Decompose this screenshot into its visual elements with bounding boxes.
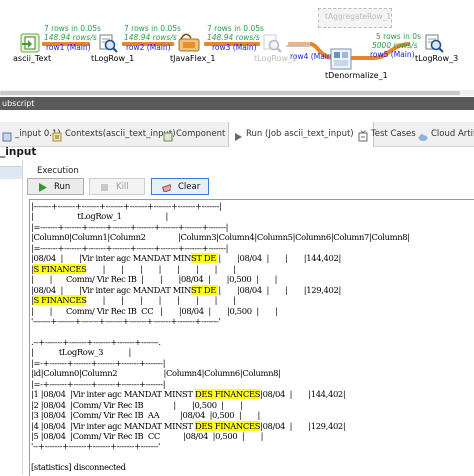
log-magnifier-icon [425,34,444,53]
console-line: |1 |08/04 |Vir inter agc MANDAT MINST DE… [31,389,346,400]
row2-label[interactable]: row2 (Main) [126,43,171,52]
job-designer-canvas[interactable]: tAggregateRow_1 7 rows in 0.05s 148.94 r… [0,0,474,96]
search-highlight: S FINANCES [33,295,87,306]
component-title: _input [0,146,37,158]
run-button[interactable]: Run [27,178,84,195]
tlogrow2-label: tLogRow_2 [254,54,298,63]
tlogrow3-label: tLogRow_3 [415,54,459,63]
tdenormalize1-label: tDenormalize_1 [325,71,388,80]
designer-tab-strip: ubscript [0,97,474,110]
java-flex-icon [178,33,200,52]
console-line: |-------+-------+-------+-------+-------… [31,201,222,211]
search-highlight: DES FINANCES [194,420,261,431]
row1-stat-rows: 7 rows in 0.05s [44,24,101,33]
run-icon [233,128,243,141]
tab-test-cases[interactable]: Test Cases [358,122,416,146]
ascii-text-label: ascii_Text [13,54,52,63]
job-icon [2,128,12,141]
tab-cloud-artifact[interactable]: Cloud Artifac [418,122,474,146]
designer-tab-label[interactable]: ubscript [2,97,34,110]
console-line: |3 |08/04 |Comm/ Vir Rec IB AA |08/04 |0… [31,410,261,421]
run-play-icon [39,183,47,192]
console-line: '--+-------+-------+-------+-------+----… [31,441,160,452]
file-input-icon [20,33,40,53]
tjavaflex1-label: tJavaFlex_1 [170,54,216,63]
tab-cloud-label: Cloud Artifac [431,129,474,139]
console-line: |=-------+-------+-------+-------+------… [31,242,229,253]
clear-eraser-icon [162,184,171,192]
tjavaflex1-component[interactable] [178,33,200,53]
tab-run-label: Run (Job ascii_text_input) [246,129,354,139]
run-button-label: Run [54,182,71,192]
run-console-output[interactable]: |-------+-------+-------+-------+-------… [29,199,474,476]
row5-label[interactable]: row5 (Main) [370,50,415,59]
search-highlight: ST DE [190,253,219,264]
console-line: |=-+-------+-------+-------+-------+----… [31,357,166,368]
row5-stat-rate: 5000 rows/s [372,41,418,50]
tab-test-cases-label: Test Cases [371,129,416,139]
console-line: |id|Column0|Column2 |Column4|Column6|Col… [31,368,281,379]
console-line: '-------+-------+-------+-------+-------… [31,315,221,326]
cloud-icon [418,128,428,141]
tab-contexts[interactable]: Contexts(ascii_text_input) [52,122,176,146]
canvas-horizontal-scrollbar[interactable] [0,90,474,96]
denormalize-icon [330,48,352,70]
search-highlight: DES FINANCES [194,389,261,400]
view-basic-run[interactable] [0,167,22,179]
console-line: |2 |08/04 |Comm/ Vir Rec IB | |0,500 | | [31,399,243,410]
console-line: [statistics] disconnected [31,462,126,473]
console-line: |4 |08/04 |Vir inter agc MANDAT MINST DE… [31,420,346,431]
tlogrow1-component[interactable] [98,33,118,53]
console-line: | | Comm/ Vir Rec IB CC | |08/04 | |0,50… [31,305,278,316]
console-line: |=-------+-------+-------+-------+------… [31,221,229,232]
tlogrow1-label: tLogRow_1 [91,54,135,63]
console-line: |S FINANCES | | | | | | | | [31,263,236,274]
tab-component[interactable]: Component [163,122,225,146]
aggregate-row-ghost[interactable]: tAggregateRow_1 [318,8,392,28]
clear-button-label: Clear [178,182,201,192]
console-line: |08/04 | |Vir inter agc MANDAT MINST DE … [31,253,341,264]
console-text: |-------+-------+-------+-------+-------… [30,200,474,473]
console-line: |S FINANCES | | | | | | | | [31,295,236,306]
row3-stat-rows: 7 rows in 0.05s [207,24,264,33]
aggregate-label: tAggregateRow_1 [325,12,392,21]
execution-section-label: Execution [37,166,79,176]
tab-run[interactable]: Run (Job ascii_text_input)✕ [228,122,374,147]
row1-label[interactable]: row1 (Main) [46,43,91,52]
tlogrow2-component[interactable] [262,33,282,53]
tdenormalize1-component[interactable] [330,48,352,70]
tab-contexts-label: Contexts(ascii_text_input) [65,129,176,139]
log-magnifier-icon [99,34,118,53]
row3-label[interactable]: row3 (Main) [212,43,257,52]
console-line: | | Comm/ Vir Rec IB | | |08/04 | |0,500… [31,274,278,285]
row5-stat-rows: 5 rows in 0s [376,32,421,41]
context-icon [52,128,62,141]
search-highlight: ST DE [190,284,219,295]
kill-button[interactable]: Kill [89,178,145,195]
row3-stat-rate: 148.94 rows/s [207,33,260,42]
ascii-text-component[interactable] [20,33,40,53]
row1-stat-rate: 148.94 rows/s [44,33,97,42]
clear-button[interactable]: Clear [151,178,209,195]
tab-component-label: Component [176,129,226,139]
console-line: |08/04 | |Vir inter agc MANDAT MINST DE … [31,284,341,295]
console-line: |5 |08/04 |Comm/ Vir Rec IB CC |08/04 |0… [31,430,264,441]
console-line: .--+-------+-------+-------+-------+----… [31,336,161,347]
log-magnifier-icon-ghost [263,34,282,53]
tlogrow3-component[interactable] [424,33,444,53]
kill-button-label: Kill [116,182,129,192]
scrollbar-thumb[interactable] [0,91,460,95]
console-line: |Column0|Column1|Column2 |Column3|Column… [31,232,410,243]
component-icon [163,128,173,141]
kill-stop-icon [101,184,108,191]
views-left-panel[interactable] [0,160,23,475]
row2-stat-rows: 7 rows in 0.05s [124,24,181,33]
console-line: | tLogRow_1 | [31,211,169,222]
testcase-icon [358,128,368,141]
row2-stat-rate: 148.94 rows/s [124,33,177,42]
search-highlight: S FINANCES [33,263,87,274]
properties-tab-bar: _input 0.1) Contexts(ascii_text_input) C… [0,122,474,147]
console-line: | tLogRow_3 | [31,347,132,358]
console-line: |=-+-------+-------+-------+-------+----… [31,378,166,389]
